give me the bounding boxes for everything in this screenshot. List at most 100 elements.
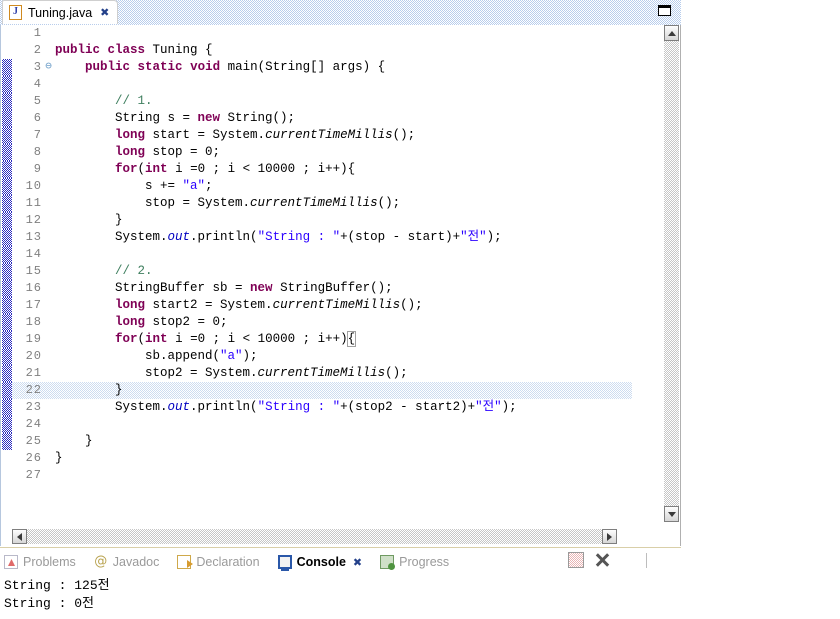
line-number: 4: [33, 77, 42, 91]
code-line: 12 }: [12, 212, 632, 229]
code-line-text: long start = System.currentTimeMillis();: [115, 128, 416, 142]
declaration-icon: [177, 555, 194, 569]
view-tab-label: Console: [296, 555, 346, 569]
change-marker: [2, 382, 12, 399]
line-number: 8: [33, 145, 42, 159]
line-number: 11: [25, 196, 42, 210]
line-number: 2: [33, 43, 42, 57]
line-number: 15: [25, 264, 42, 278]
code-line: 17 long start2 = System.currentTimeMilli…: [12, 297, 632, 314]
chevron-down-icon: [667, 511, 676, 517]
toolbar-separator: [646, 552, 647, 568]
scroll-down-button[interactable]: [664, 506, 679, 522]
change-marker: [2, 229, 12, 246]
code-line-text: for(int i =0 ; i < 10000 ; i++){: [115, 162, 356, 176]
clear-console-button[interactable]: [568, 552, 584, 568]
change-marker: [2, 348, 12, 365]
line-number: 16: [25, 281, 42, 295]
code-line-text: // 1.: [115, 94, 153, 108]
code-line: 2 public class Tuning {: [12, 42, 632, 59]
editor-part: Tuning.java ✖ 12 public class Tuning { 3⊖ …: [0, 0, 681, 546]
code-line: 6 String s = new String();: [12, 110, 632, 127]
java-file-icon: [9, 5, 22, 20]
change-marker: [2, 433, 12, 450]
scroll-right-button[interactable]: [602, 529, 617, 544]
change-marker: [2, 314, 12, 331]
code-line-text: }: [55, 383, 123, 397]
terminate-button[interactable]: [594, 552, 610, 568]
chevron-up-icon: [667, 30, 676, 36]
code-line: 18 long stop2 = 0;: [12, 314, 632, 331]
open-console-button[interactable]: [657, 552, 673, 568]
close-icon[interactable]: ✖: [353, 557, 362, 568]
chevron-right-icon: [607, 532, 612, 541]
change-marker-bar: [2, 25, 12, 521]
scroll-left-button[interactable]: [12, 529, 27, 544]
line-number: 25: [25, 434, 42, 448]
code-line: 21 stop2 = System.currentTimeMillis();: [12, 365, 632, 382]
view-tab-javadoc[interactable]: @ Javadoc: [94, 554, 159, 570]
line-number: 18: [25, 315, 42, 329]
code-line-text: long stop2 = 0;: [115, 315, 228, 329]
code-line-text: stop2 = System.currentTimeMillis();: [55, 366, 408, 380]
change-marker: [2, 59, 12, 76]
line-number: 12: [25, 213, 42, 227]
line-number: 22: [25, 383, 42, 397]
view-tab-label: Problems: [23, 555, 76, 569]
code-line: 3 ⊖ public static void main(String[] args…: [12, 59, 632, 76]
code-line: 26}: [12, 450, 632, 467]
editor-tab-tuning-java[interactable]: Tuning.java ✖: [2, 0, 119, 24]
code-line: 9 for(int i =0 ; i < 10000 ; i++){: [12, 161, 632, 178]
change-marker: [2, 110, 12, 127]
line-number: 5: [33, 94, 42, 108]
problems-icon: [4, 555, 18, 569]
change-marker: [2, 93, 12, 110]
line-number: 9: [33, 162, 42, 176]
code-line-text: }: [55, 434, 93, 448]
view-tab-console[interactable]: Console ✖: [277, 555, 362, 571]
line-number: 13: [25, 230, 42, 244]
fold-collapse-icon[interactable]: ⊖: [42, 59, 55, 76]
code-text-area[interactable]: 1 2 public class Tuning { 3 ⊖ public static …: [12, 25, 632, 521]
horizontal-scrollbar-track[interactable]: [12, 529, 617, 544]
code-line-text: System.out.println("String : "+(stop2 - …: [55, 400, 517, 414]
javadoc-icon: @: [94, 554, 108, 569]
code-line: 15 // 2.: [12, 263, 632, 280]
line-number: 20: [25, 349, 42, 363]
line-number: 26: [25, 451, 42, 465]
code-line: 27: [12, 467, 632, 484]
view-tab-progress[interactable]: Progress: [380, 555, 449, 570]
console-toolbar: [568, 552, 673, 568]
close-icon[interactable]: ✖: [100, 7, 109, 18]
change-marker: [2, 331, 12, 348]
maximize-restore-button[interactable]: [658, 5, 671, 16]
code-line-text: public class Tuning {: [55, 43, 213, 57]
vertical-scrollbar-track[interactable]: [664, 41, 679, 522]
change-marker: [2, 76, 12, 93]
remove-all-terminated-button[interactable]: [620, 552, 636, 568]
code-line: 14: [12, 246, 632, 263]
code-line-text: s += "a";: [55, 179, 213, 193]
progress-icon: [380, 555, 396, 570]
view-tab-declaration[interactable]: Declaration: [177, 555, 260, 569]
code-line: 19 for(int i =0 ; i < 10000 ; i++){: [12, 331, 632, 348]
console-output-text[interactable]: String : 125전 String : 0전: [4, 577, 681, 613]
line-number: 10: [25, 179, 42, 193]
code-line: 24: [12, 416, 632, 433]
code-line-text: }: [55, 451, 63, 465]
line-number: 14: [25, 247, 42, 261]
scroll-up-button[interactable]: [664, 25, 679, 41]
code-line: 23 System.out.println("String : "+(stop2…: [12, 399, 632, 416]
change-marker: [2, 297, 12, 314]
line-number: 19: [25, 332, 42, 346]
editor-tab-label: Tuning.java: [28, 5, 93, 20]
change-marker: [2, 365, 12, 382]
code-line-text: long stop = 0;: [115, 145, 221, 159]
view-tab-problems[interactable]: Problems: [4, 555, 76, 569]
code-line: 20 sb.append("a");: [12, 348, 632, 365]
code-line-text: System.out.println("String : "+(stop - s…: [55, 230, 502, 244]
code-line: 4: [12, 76, 632, 93]
code-line-text: long start2 = System.currentTimeMillis()…: [115, 298, 423, 312]
code-line: 8 long stop = 0;: [12, 144, 632, 161]
chevron-left-icon: [17, 532, 22, 541]
